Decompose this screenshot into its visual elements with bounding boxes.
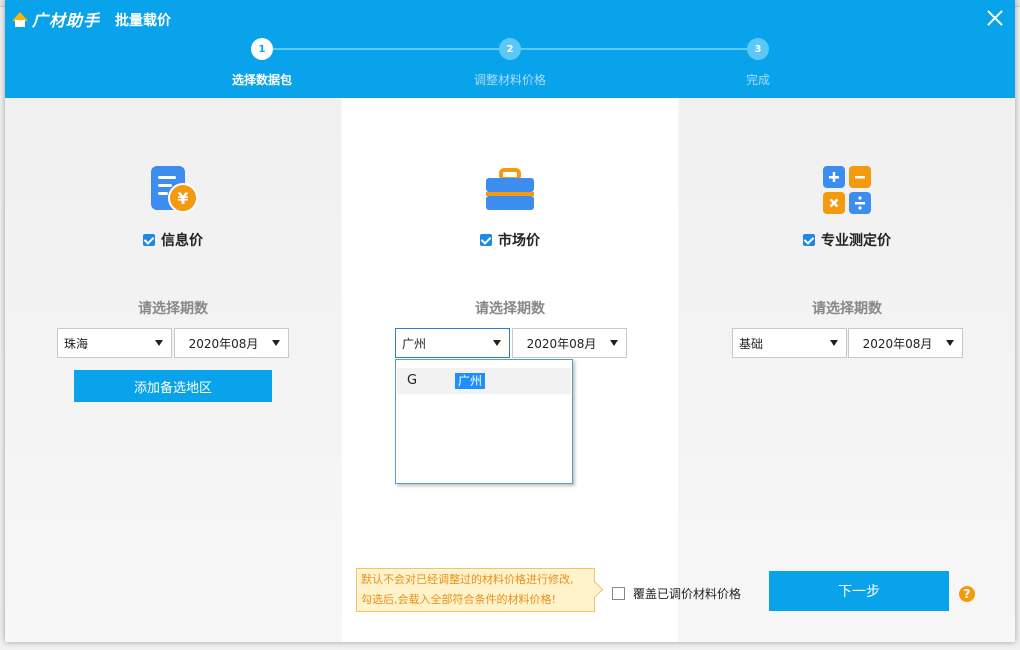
step-3-label: 完成 bbox=[745, 73, 770, 87]
calculator-icon bbox=[823, 166, 871, 214]
step-2-dot: 2 bbox=[499, 38, 521, 60]
chevron-down-icon bbox=[493, 340, 501, 346]
overwrite-checkbox[interactable] bbox=[612, 587, 625, 600]
info-period-label: 请选择期数 bbox=[138, 301, 208, 317]
step-2-label: 调整材料价格 bbox=[473, 73, 546, 87]
overwrite-tip: 默认不会对已经调整过的材料价格进行修改, 勾选后,会载入全部符合条件的材料价格! bbox=[356, 568, 595, 612]
tip-line-1: 默认不会对已经调整过的材料价格进行修改, bbox=[361, 573, 574, 586]
info-price-checkbox[interactable] bbox=[143, 234, 155, 246]
tip-line-2: 勾选后,会载入全部符合条件的材料价格! bbox=[361, 593, 556, 606]
professional-region-value: 基础 bbox=[739, 336, 764, 351]
info-period-select[interactable]: 2020年08月 bbox=[174, 328, 289, 358]
professional-period-select[interactable]: 2020年08月 bbox=[848, 328, 963, 358]
chevron-down-icon bbox=[830, 340, 838, 346]
professional-period-label: 请选择期数 bbox=[812, 301, 882, 317]
add-region-button[interactable]: 添加备选地区 bbox=[74, 370, 272, 402]
logo-house-icon bbox=[11, 10, 29, 28]
dropdown-row[interactable]: G 广州 bbox=[397, 368, 571, 394]
batch-price-dialog: 广材助手 批量载价 1 2 3 选择数据包 调整材料价格 完成 ¥ 信息价 请选… bbox=[5, 0, 1015, 642]
professional-price-panel: 专业测定价 请选择期数 基础 2020年08月 bbox=[679, 98, 1015, 642]
market-region-select[interactable]: 广州 bbox=[395, 328, 510, 358]
professional-region-select[interactable]: 基础 bbox=[732, 328, 847, 358]
info-price-label: 信息价 bbox=[161, 233, 203, 249]
professional-price-checkbox-row[interactable]: 专业测定价 bbox=[679, 230, 1015, 250]
chevron-down-icon bbox=[610, 340, 618, 346]
step-connector-2 bbox=[520, 48, 756, 50]
professional-price-label: 专业测定价 bbox=[821, 233, 891, 249]
chevron-down-icon bbox=[946, 340, 954, 346]
dropdown-option-guangzhou[interactable]: 广州 bbox=[455, 373, 486, 389]
step-1-label: 选择数据包 bbox=[231, 73, 292, 87]
step-1-dot: 1 bbox=[251, 38, 273, 60]
chevron-down-icon bbox=[272, 340, 280, 346]
info-region-value: 珠海 bbox=[64, 336, 89, 351]
briefcase-icon bbox=[486, 168, 534, 210]
professional-period-value: 2020年08月 bbox=[862, 336, 933, 351]
info-price-panel: ¥ 信息价 请选择期数 珠海 2020年08月 添加备选地区 bbox=[5, 98, 341, 642]
market-period-value: 2020年08月 bbox=[526, 336, 597, 351]
info-period-value: 2020年08月 bbox=[188, 336, 259, 351]
dropdown-group-letter: G bbox=[407, 373, 418, 388]
dialog-title: 批量载价 bbox=[115, 13, 171, 29]
market-period-label: 请选择期数 bbox=[475, 301, 545, 317]
logo-text: 广材助手 bbox=[32, 11, 101, 30]
market-region-dropdown: G 广州 bbox=[395, 359, 573, 484]
overwrite-label: 覆盖已调价材料价格 bbox=[633, 587, 742, 601]
professional-price-checkbox[interactable] bbox=[803, 234, 815, 246]
chevron-down-icon bbox=[155, 340, 163, 346]
overwrite-checkbox-row[interactable]: 覆盖已调价材料价格 bbox=[612, 585, 741, 602]
step-3-dot: 3 bbox=[747, 38, 769, 60]
info-region-select[interactable]: 珠海 bbox=[57, 328, 172, 358]
next-step-button[interactable]: 下一步 bbox=[769, 571, 949, 611]
market-period-select[interactable]: 2020年08月 bbox=[512, 328, 627, 358]
market-price-checkbox-row[interactable]: 市场价 bbox=[342, 230, 678, 250]
dialog-header: 广材助手 批量载价 1 2 3 选择数据包 调整材料价格 完成 bbox=[5, 0, 1015, 98]
svg-text:¥: ¥ bbox=[177, 189, 188, 208]
market-region-value: 广州 bbox=[402, 336, 427, 351]
help-icon[interactable]: ? bbox=[959, 586, 975, 602]
info-price-checkbox-row[interactable]: 信息价 bbox=[5, 230, 341, 250]
market-price-label: 市场价 bbox=[498, 233, 540, 249]
step-connector-1 bbox=[271, 48, 508, 50]
info-price-icon: ¥ bbox=[151, 166, 198, 213]
app-logo: 广材助手 bbox=[11, 8, 100, 30]
market-price-checkbox[interactable] bbox=[480, 234, 492, 246]
close-icon[interactable] bbox=[983, 6, 1007, 30]
